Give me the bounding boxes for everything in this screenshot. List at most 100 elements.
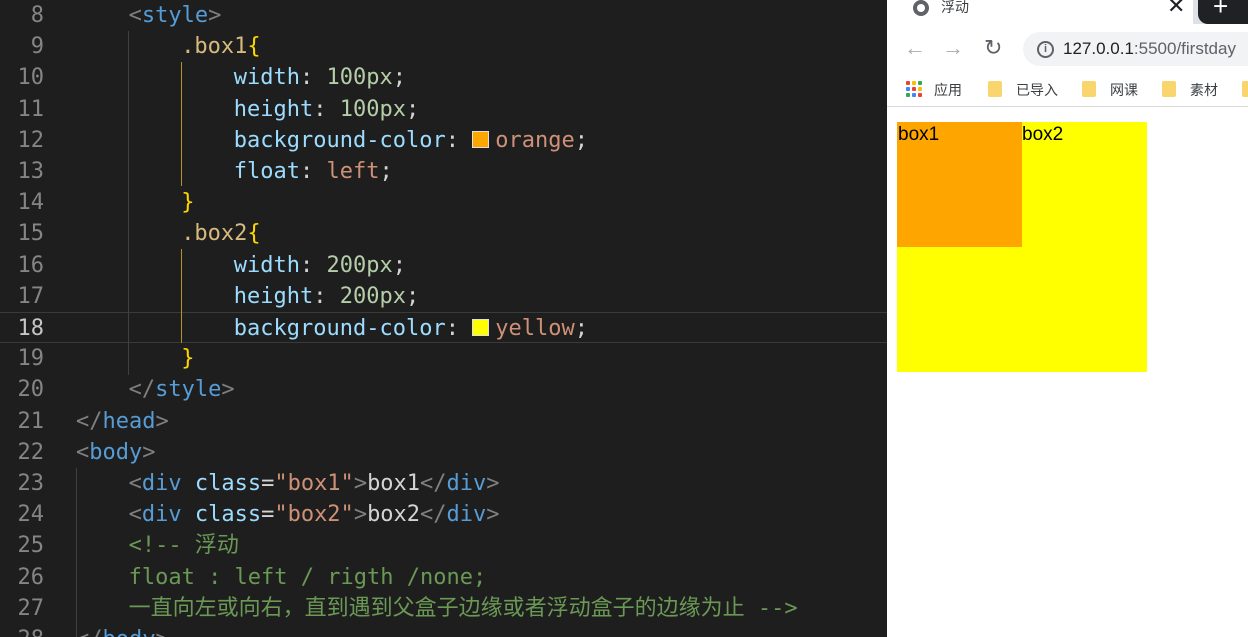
code-token: 200px xyxy=(326,252,393,278)
code-token: = xyxy=(261,502,275,528)
code-token: height xyxy=(233,96,314,122)
code-token: box2 xyxy=(367,502,421,528)
code-token: 100px xyxy=(339,96,407,122)
code-line[interactable]: 14} xyxy=(0,187,887,218)
code-token: .box2 xyxy=(181,221,248,247)
code-line[interactable]: 22 <body> xyxy=(0,437,887,468)
reload-button[interactable]: ↻ xyxy=(984,36,1002,60)
bookmark-label: 应用 xyxy=(934,82,962,98)
code-text: height: 200px; xyxy=(234,281,419,312)
code-line[interactable]: 17 height: 200px; xyxy=(0,281,887,312)
code-editor[interactable]: 8 <style> 9 .box1{ 10 width: 100px; 11 height: … xyxy=(0,0,887,637)
code-line[interactable]: 12 background-color: orange; xyxy=(0,125,887,156)
code-token: orange xyxy=(495,127,575,153)
code-line[interactable]: 26 float : left / rigth /none; xyxy=(0,562,887,593)
code-token: div xyxy=(446,471,487,496)
code-text: <div class="box2">box2</div> xyxy=(129,499,500,530)
code-line[interactable]: 21 </head> xyxy=(0,406,887,437)
code-line[interactable]: 9 .box1{ xyxy=(0,31,887,62)
code-token: </ xyxy=(420,502,447,528)
code-line[interactable]: 15 .box2{ xyxy=(0,218,887,249)
tab-title: 浮动 xyxy=(941,0,969,15)
color-swatch-icon xyxy=(472,130,490,148)
code-token: < xyxy=(128,3,142,28)
line-number: 11 xyxy=(17,96,45,122)
code-text: <div class="box1">box1</div> xyxy=(129,468,500,499)
code-line[interactable]: 13 float: left; xyxy=(0,156,887,187)
code-token: { xyxy=(247,34,261,60)
code-line[interactable]: 23 <div class="box1">box1</div> xyxy=(0,468,887,499)
code-token: ; xyxy=(406,96,420,122)
code-token: 200px xyxy=(339,283,407,309)
box1-text: box1 xyxy=(898,124,940,145)
code-token: : xyxy=(300,252,327,278)
url-path: :5500/firstday xyxy=(1133,39,1236,58)
code-token: left xyxy=(326,159,380,184)
code-line[interactable]: 27 一直向左或向右，直到遇到父盒子边缘或者浮动盒子的边缘为止 --> xyxy=(0,593,887,624)
code-line[interactable]: 11 height: 100px; xyxy=(0,94,887,125)
code-token: style xyxy=(155,377,222,403)
code-line[interactable]: 8 <style> xyxy=(0,0,887,31)
code-token: ; xyxy=(574,127,588,153)
folder-icon xyxy=(1162,81,1176,97)
code-token: <!-- 浮动 xyxy=(128,533,239,559)
line-number: 25 xyxy=(17,533,45,559)
code-token: float : left / rigth /none; xyxy=(128,564,487,590)
code-line[interactable]: 25 <!-- 浮动 xyxy=(0,530,887,561)
code-line[interactable]: 24 <div class="box2">box2</div> xyxy=(0,499,887,530)
code-token: 一直向左或向右，直到遇到父盒子边缘或者浮动盒子的边缘为止 --> xyxy=(128,595,798,621)
line-number: 16 xyxy=(17,252,45,278)
code-token: height xyxy=(233,283,314,309)
back-button[interactable]: ← xyxy=(904,36,926,60)
code-token: { xyxy=(247,221,261,247)
code-line[interactable]: 16 width: 200px; xyxy=(0,250,887,281)
browser-tab[interactable]: 浮动 ✕ xyxy=(887,0,1193,24)
code-token: > xyxy=(486,471,500,496)
color-swatch-icon xyxy=(472,319,490,336)
indent-guide xyxy=(128,31,129,375)
code-token: < xyxy=(76,439,90,465)
code-line[interactable]: 19} xyxy=(0,343,887,374)
globe-icon xyxy=(913,0,929,16)
url-text: 127.0.0.1:5500/firstday xyxy=(1063,39,1236,59)
url-host: 127.0.0.1 xyxy=(1063,39,1134,58)
line-number: 19 xyxy=(17,346,45,372)
code-token: < xyxy=(128,502,142,528)
line-number: 13 xyxy=(17,159,45,184)
code-text: } xyxy=(181,343,194,374)
code-text: 一直向左或向右，直到遇到父盒子边缘或者浮动盒子的边缘为止 --> xyxy=(129,593,798,624)
line-number: 10 xyxy=(17,65,45,91)
code-token: .box1 xyxy=(181,34,248,60)
code-token: class xyxy=(194,471,262,496)
code-token: div xyxy=(446,502,487,528)
line-number: 23 xyxy=(17,471,45,496)
code-token: width xyxy=(233,252,301,278)
code-token: </ xyxy=(76,627,103,637)
code-token: div xyxy=(141,471,182,496)
forward-button[interactable]: → xyxy=(942,36,964,60)
folder-icon xyxy=(1242,81,1248,97)
code-token: 100px xyxy=(326,65,393,91)
bookmark-label: 素材 xyxy=(1190,82,1218,98)
code-line[interactable]: 28 </body> xyxy=(0,624,887,637)
folder-icon xyxy=(1082,81,1096,97)
code-token: ; xyxy=(406,283,420,309)
address-bar[interactable]: i 127.0.0.1:5500/firstday xyxy=(1023,32,1248,66)
indent-guide-active-box2 xyxy=(181,249,182,343)
code-text: .box1{ xyxy=(181,31,260,62)
code-text: background-color: yellow; xyxy=(234,313,588,344)
tab-close-button[interactable]: ✕ xyxy=(1167,0,1185,18)
code-token: : xyxy=(445,316,473,341)
code-token: float xyxy=(233,159,301,184)
tab-strip: 浮动 ✕ + xyxy=(887,0,1248,24)
code-line[interactable]: 18 background-color: yellow; xyxy=(0,312,887,344)
code-line[interactable]: 10 width: 100px; xyxy=(0,62,887,93)
indent-guide-body xyxy=(76,468,77,637)
code-text: <body> xyxy=(76,437,155,468)
info-icon[interactable]: i xyxy=(1037,41,1054,58)
code-token: width xyxy=(233,65,301,91)
code-line[interactable]: 20 </style> xyxy=(0,374,887,405)
new-tab-button[interactable]: + xyxy=(1198,0,1248,24)
line-number: 18 xyxy=(17,316,45,341)
